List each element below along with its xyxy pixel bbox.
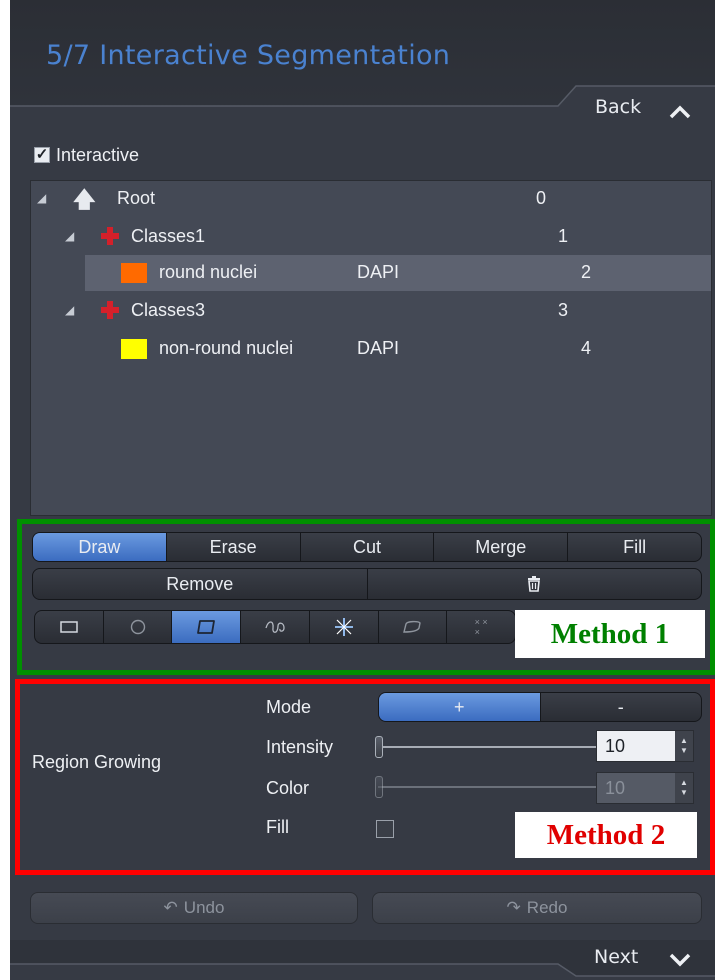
chevron-down-icon[interactable] bbox=[668, 952, 692, 968]
spin-arrows-icon[interactable]: ▲ ▼ bbox=[675, 731, 693, 761]
freehand-tool-button[interactable] bbox=[379, 611, 448, 643]
color-spinbox: 10 ▲ ▼ bbox=[596, 772, 694, 804]
rectangle-tool-icon bbox=[60, 621, 78, 633]
tree-item-name: round nuclei bbox=[159, 262, 258, 282]
redo-label: Redo bbox=[526, 898, 568, 917]
mode-subtract-button[interactable]: - bbox=[541, 693, 702, 721]
draw-tab[interactable]: Draw bbox=[33, 533, 167, 561]
rounded-polygon-tool-button[interactable] bbox=[172, 611, 242, 643]
magic-wand-tool-icon bbox=[334, 618, 353, 636]
fill-tab[interactable]: Fill bbox=[568, 533, 701, 561]
region-growing-label: Region Growing bbox=[32, 752, 162, 772]
tree-row-classes3[interactable]: ◢ Classes3 3 bbox=[31, 293, 711, 329]
check-icon[interactable]: ✓ bbox=[34, 147, 50, 163]
arrow-up-icon: 🡅 bbox=[73, 187, 96, 212]
expand-triangle-icon[interactable]: ◢ bbox=[65, 303, 74, 317]
tree-row-non-round-nuclei[interactable]: non-round nuclei DAPI 4 bbox=[85, 331, 711, 367]
erase-tab[interactable]: Erase bbox=[167, 533, 301, 561]
freehand-tool-icon bbox=[403, 620, 422, 633]
intensity-spinbox[interactable]: 10 ▲ ▼ bbox=[596, 730, 694, 762]
interactive-label: Interactive bbox=[56, 144, 140, 165]
rounded-polygon-tool-icon bbox=[197, 620, 216, 634]
expand-triangle-icon[interactable]: ◢ bbox=[65, 229, 74, 243]
redo-button[interactable]: ↷ Redo bbox=[372, 892, 702, 924]
method1-annotation: Method 1 bbox=[515, 610, 705, 658]
tree-item-name: Classes1 bbox=[131, 226, 206, 246]
class-color-swatch bbox=[121, 263, 147, 283]
chevron-up-icon[interactable] bbox=[668, 104, 692, 120]
class-color-swatch bbox=[121, 339, 147, 359]
spline-tool-icon bbox=[265, 621, 285, 633]
mode-label: Mode bbox=[266, 697, 312, 717]
tree-item-id: 4 bbox=[581, 338, 592, 358]
shape-tools-bar[interactable]: × × × bbox=[34, 610, 516, 644]
color-value: 10 bbox=[605, 777, 626, 798]
circle-tool-icon bbox=[130, 619, 145, 635]
spline-tool-button[interactable] bbox=[241, 611, 310, 643]
tree-row-round-nuclei[interactable]: round nuclei DAPI 2 bbox=[85, 255, 711, 291]
intensity-slider-handle[interactable] bbox=[375, 736, 383, 758]
circle-tool-button[interactable] bbox=[104, 611, 173, 643]
merge-tab[interactable]: Merge bbox=[434, 533, 569, 561]
undo-button[interactable]: ↶ Undo bbox=[30, 892, 358, 924]
back-button[interactable]: Back bbox=[595, 96, 641, 118]
intensity-value[interactable]: 10 bbox=[597, 736, 675, 757]
undo-icon: ↶ bbox=[163, 898, 178, 917]
delete-button[interactable] bbox=[368, 569, 702, 599]
rectangle-tool-button[interactable] bbox=[35, 611, 104, 643]
remove-button[interactable]: Remove bbox=[33, 569, 368, 599]
tree-item-channel: DAPI bbox=[357, 338, 400, 358]
remove-bar[interactable]: Remove bbox=[32, 568, 702, 600]
class-tree[interactable]: ◢ 🡅 Root 0 ◢ Classes1 1 round nuclei DAP… bbox=[30, 180, 712, 516]
tree-item-name: Classes3 bbox=[131, 300, 206, 320]
tree-item-id: 3 bbox=[558, 300, 569, 320]
expand-triangle-icon[interactable]: ◢ bbox=[37, 191, 46, 205]
draw-mode-tabs[interactable]: Draw Erase Cut Merge Fill bbox=[32, 532, 702, 562]
intensity-slider-track[interactable] bbox=[378, 746, 596, 748]
undo-label: Undo bbox=[183, 898, 225, 917]
color-slider-track bbox=[378, 786, 596, 788]
tree-item-id: 2 bbox=[581, 262, 592, 282]
tree-item-name: Root bbox=[117, 188, 156, 208]
class-group-icon bbox=[101, 301, 119, 319]
fill-label: Fill bbox=[266, 817, 289, 837]
mode-toggle[interactable]: + - bbox=[378, 692, 702, 722]
interactive-checkbox[interactable]: ✓ Interactive bbox=[34, 144, 139, 166]
tree-item-id: 0 bbox=[536, 188, 547, 208]
tree-row-root[interactable]: ◢ 🡅 Root 0 bbox=[31, 181, 711, 217]
tree-item-channel: DAPI bbox=[357, 262, 400, 282]
color-label: Color bbox=[266, 778, 310, 798]
method2-annotation: Method 2 bbox=[515, 812, 697, 858]
magic-wand-tool-button[interactable] bbox=[310, 611, 379, 643]
color-slider-handle bbox=[375, 776, 383, 798]
tree-item-id: 1 bbox=[558, 226, 569, 246]
points-tool-button[interactable]: × × × bbox=[447, 611, 515, 643]
cut-tab[interactable]: Cut bbox=[301, 533, 435, 561]
segmentation-panel: 5/7 Interactive Segmentation Back ✓ Inte… bbox=[10, 0, 715, 980]
trash-icon bbox=[528, 576, 541, 592]
spin-arrows-icon: ▲ ▼ bbox=[675, 773, 693, 803]
class-group-icon bbox=[101, 227, 119, 245]
tree-row-classes1[interactable]: ◢ Classes1 1 bbox=[31, 219, 711, 255]
intensity-label: Intensity bbox=[266, 737, 334, 757]
tree-item-name: non-round nuclei bbox=[159, 338, 294, 358]
points-tool-icon: × × × bbox=[474, 617, 488, 637]
next-button[interactable]: Next bbox=[594, 946, 638, 968]
fill-checkbox[interactable] bbox=[376, 820, 394, 838]
page-title: 5/7 Interactive Segmentation bbox=[46, 40, 451, 71]
redo-icon: ↷ bbox=[506, 898, 521, 917]
mode-add-button[interactable]: + bbox=[379, 693, 541, 721]
